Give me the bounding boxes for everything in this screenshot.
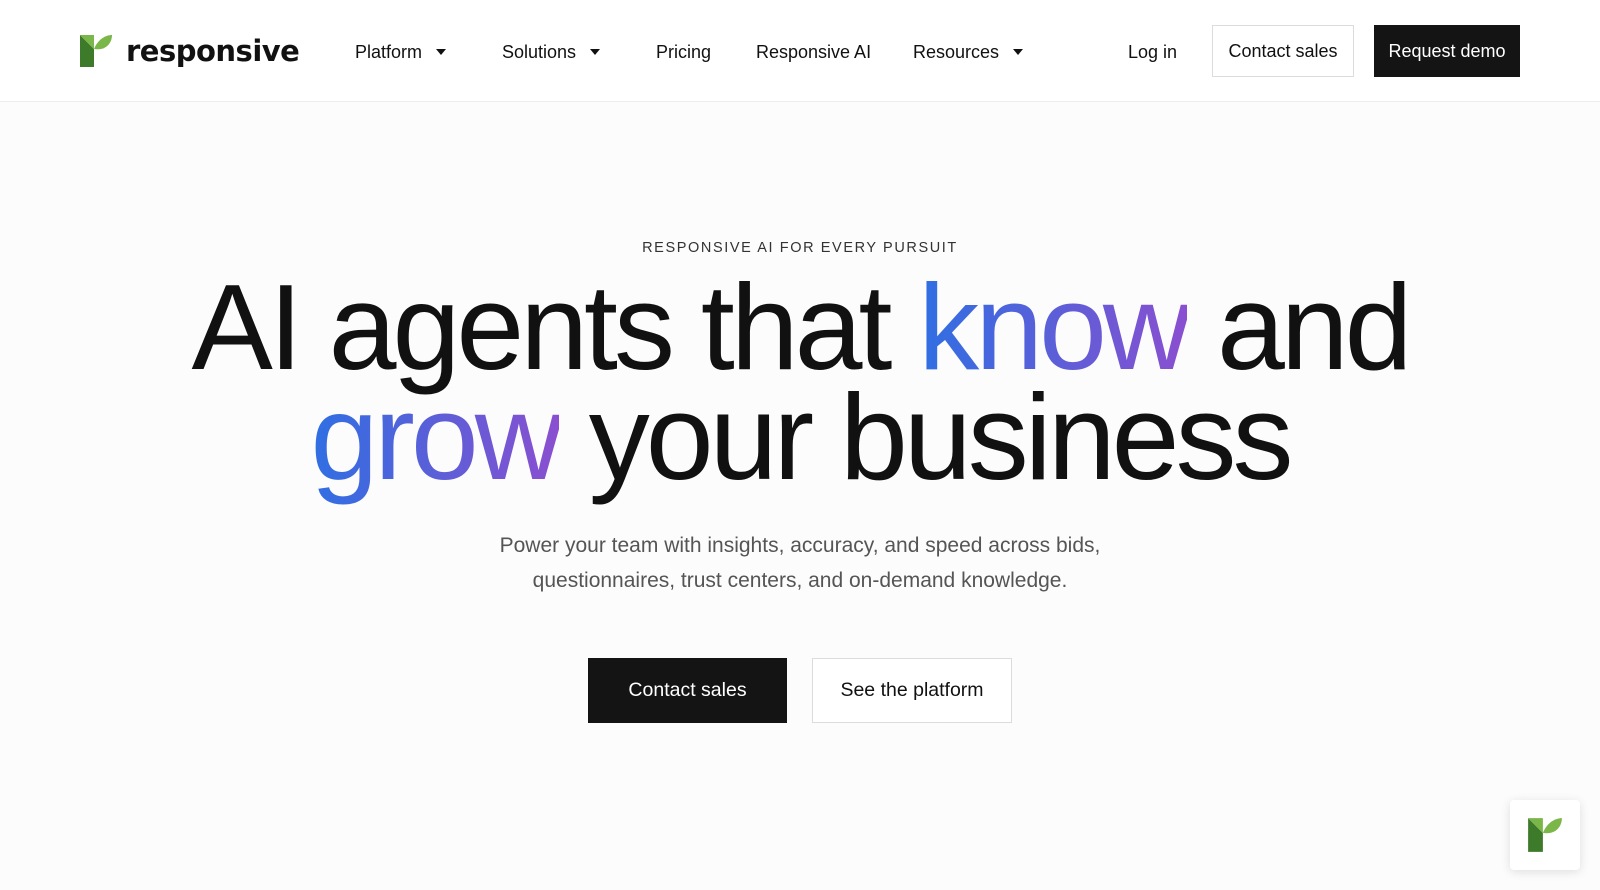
nav-item-label: Resources: [913, 41, 1000, 62]
headline-line-2: grow your business: [0, 376, 1600, 498]
subtext-line: questionnaires, trust centers, and on-de…: [532, 569, 1068, 592]
responsive-leaf-icon: [1528, 818, 1562, 852]
nav-item-label: Platform: [355, 41, 423, 62]
see-platform-button[interactable]: See the platform: [812, 658, 1012, 723]
subtext-line: Power your team with insights, accuracy,…: [499, 534, 1101, 557]
headline-highlight-grow: grow: [310, 369, 562, 505]
brand-name: responsive: [126, 33, 300, 68]
hero-subtext: Power your team with insights, accuracy,…: [0, 528, 1600, 598]
caret-down-icon: [1013, 49, 1024, 55]
request-demo-button[interactable]: Request demo: [1374, 25, 1520, 77]
login-link[interactable]: Log in: [1128, 38, 1177, 66]
nav-item-solutions[interactable]: Solutions: [502, 38, 601, 66]
hero-eyebrow: RESPONSIVE AI FOR EVERY PURSUIT: [642, 240, 958, 256]
nav-item-pricing[interactable]: Pricing: [656, 38, 711, 66]
header-contact-sales-button[interactable]: Contact sales: [1212, 25, 1354, 77]
headline-text: your business: [558, 369, 1294, 505]
responsive-leaf-icon: [80, 35, 112, 67]
caret-down-icon: [590, 49, 601, 55]
caret-down-icon: [436, 49, 447, 55]
brand-logo[interactable]: responsive: [78, 32, 300, 70]
nav-item-label: Pricing: [656, 41, 712, 62]
nav-item-label: Responsive AI: [756, 41, 872, 62]
hero-headline: AI agents that know and grow your busine…: [0, 266, 1600, 498]
chat-widget-button[interactable]: [1510, 800, 1580, 870]
hero-contact-sales-button[interactable]: Contact sales: [588, 658, 787, 723]
nav-item-resources[interactable]: Resources: [913, 38, 1024, 66]
site-header: responsive Platform Solutions Pricing Re…: [0, 0, 1600, 102]
nav-item-platform[interactable]: Platform: [355, 38, 447, 66]
nav-item-responsive-ai[interactable]: Responsive AI: [756, 38, 871, 66]
headline-line-1: AI agents that know and: [0, 266, 1600, 388]
nav-item-label: Solutions: [502, 41, 577, 62]
